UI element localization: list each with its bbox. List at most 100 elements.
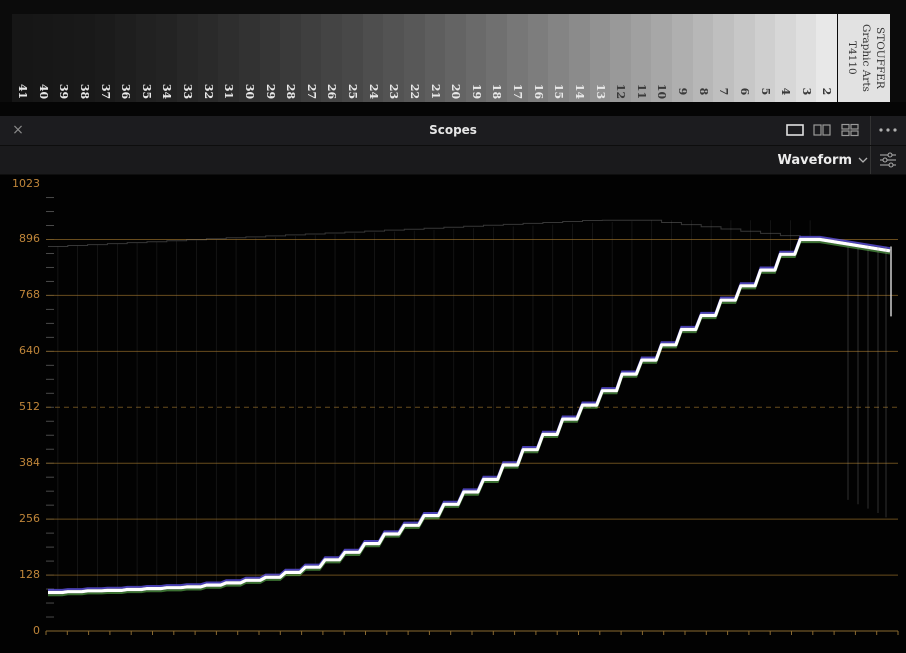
wedge-step: 34	[156, 14, 177, 102]
wedge-step: 3	[795, 14, 817, 102]
wedge-step: 32	[197, 14, 219, 102]
y-axis-label: 128	[19, 568, 40, 582]
wedge-step-number: 13	[593, 83, 607, 100]
wedge-step-number: 36	[118, 83, 132, 100]
wedge-step: 30	[238, 14, 260, 102]
wedge-step: 9	[672, 14, 693, 102]
wedge-step-number: 40	[36, 83, 50, 100]
y-axis-label: 896	[19, 232, 40, 246]
wedge-step: 2	[816, 14, 837, 102]
wedge-step: 8	[692, 14, 714, 102]
wedge-step-number: 28	[283, 83, 297, 100]
wedge-step: 5	[754, 14, 776, 102]
wedge-step: 33	[177, 14, 198, 102]
wedge-step-number: 11	[634, 83, 648, 100]
wedge-step-number: 10	[655, 83, 669, 100]
y-axis-label: 640	[19, 344, 40, 358]
divider	[870, 116, 871, 145]
wedge-step-number: 29	[263, 83, 277, 100]
wedge-step-number: 12	[613, 83, 627, 100]
wedge-label-line: STOUFFER	[874, 27, 886, 89]
wedge-step: 26	[321, 14, 342, 102]
wedge-step-number: 16	[531, 83, 545, 100]
wedge-step-number: 4	[778, 87, 792, 96]
wedge-step-number: 35	[139, 83, 153, 100]
chevron-down-icon	[858, 157, 868, 163]
wedge-step-number: 14	[572, 83, 586, 100]
wedge-step-number: 22	[407, 83, 421, 100]
wedge-step-number: 9	[675, 87, 689, 96]
wedge-step: 14	[568, 14, 590, 102]
wedge-label-line: T4110	[846, 41, 858, 75]
y-axis-label: 512	[19, 400, 40, 414]
wedge-brand-label: STOUFFER Graphic Arts T4110	[838, 14, 890, 102]
wedge-step-number: 24	[366, 83, 380, 100]
wedge-step: 12	[610, 14, 631, 102]
y-axis-label: 1023	[12, 177, 40, 190]
wedge-step-number: 23	[387, 83, 401, 100]
panel-title: Scopes	[429, 123, 477, 137]
wedge-step-number: 41	[15, 83, 29, 100]
y-axis-label: 768	[19, 288, 40, 302]
wedge-step: 7	[713, 14, 734, 102]
scope-mode-dropdown[interactable]: Waveform	[774, 149, 872, 171]
wedge-step-number: 20	[448, 83, 462, 100]
wedge-step: 10	[651, 14, 672, 102]
waveform-luma-trace	[48, 237, 891, 595]
wedge-step: 31	[218, 14, 239, 102]
dual-view-button[interactable]	[809, 119, 835, 141]
wedge-step-number: 30	[242, 83, 256, 100]
scope-settings-button[interactable]	[874, 149, 902, 171]
dual-view-icon	[813, 124, 831, 136]
wedge-step-number: 34	[160, 83, 174, 100]
wedge-step-number: 37	[98, 83, 112, 100]
wedge-step-number: 7	[717, 87, 731, 96]
wedge-step: 11	[630, 14, 652, 102]
step-wedge-strip: 41 40 39 38 37 36 35 34 33 32 31 30 29 28 27 26 25 24 23 22…	[12, 14, 837, 102]
wedge-step: 18	[486, 14, 507, 102]
wedge-step: 19	[465, 14, 487, 102]
scopes-titlebar: × Scopes	[0, 116, 906, 146]
wedge-step-number: 21	[428, 83, 442, 100]
wedge-step: 25	[342, 14, 363, 102]
divider	[870, 146, 871, 174]
wedge-step-number: 32	[201, 83, 215, 100]
step-wedge-image: 41 40 39 38 37 36 35 34 33 32 31 30 29 28 27 26 25 24 23 22…	[0, 0, 906, 112]
wedge-step-number: 25	[345, 83, 359, 100]
wedge-step: 38	[73, 14, 95, 102]
wedge-step-number: 18	[490, 83, 504, 100]
single-view-button[interactable]	[782, 119, 808, 141]
sliders-icon	[880, 152, 896, 168]
wedge-step-number: 27	[304, 83, 318, 100]
scope-toolbar: Waveform	[0, 146, 906, 175]
wedge-step-number: 19	[469, 83, 483, 100]
single-view-icon	[786, 124, 804, 136]
wedge-step: 35	[135, 14, 157, 102]
y-axis-label: 256	[19, 512, 40, 526]
wedge-step-number: 17	[510, 83, 524, 100]
wedge-step: 23	[383, 14, 404, 102]
wedge-step: 40	[32, 14, 54, 102]
scope-mode-label: Waveform	[777, 152, 852, 168]
wedge-step: 24	[362, 14, 384, 102]
waveform-canvas	[45, 197, 899, 635]
wedge-step-number: 26	[325, 83, 339, 100]
wedge-step: 27	[300, 14, 322, 102]
waveform-scope[interactable]: 1023 896 768 640 512 384 256 128 0	[0, 175, 906, 653]
more-options-button[interactable]	[874, 119, 902, 141]
wedge-step-number: 31	[222, 83, 236, 100]
wedge-label-line: Graphic Arts	[860, 24, 872, 92]
waveform-blue-trace	[48, 235, 891, 591]
wedge-step: 21	[424, 14, 446, 102]
wedge-step: 39	[53, 14, 74, 102]
wedge-step-number: 33	[180, 83, 194, 100]
quad-view-button[interactable]	[837, 119, 863, 141]
wedge-step-number: 38	[77, 83, 91, 100]
more-options-icon	[879, 128, 897, 132]
wedge-step: 28	[280, 14, 301, 102]
wedge-step: 20	[445, 14, 466, 102]
wedge-step-number: 39	[57, 83, 71, 100]
y-axis-label: 384	[19, 456, 40, 470]
wedge-step-number: 2	[820, 87, 834, 96]
wedge-step: 41	[12, 14, 33, 102]
